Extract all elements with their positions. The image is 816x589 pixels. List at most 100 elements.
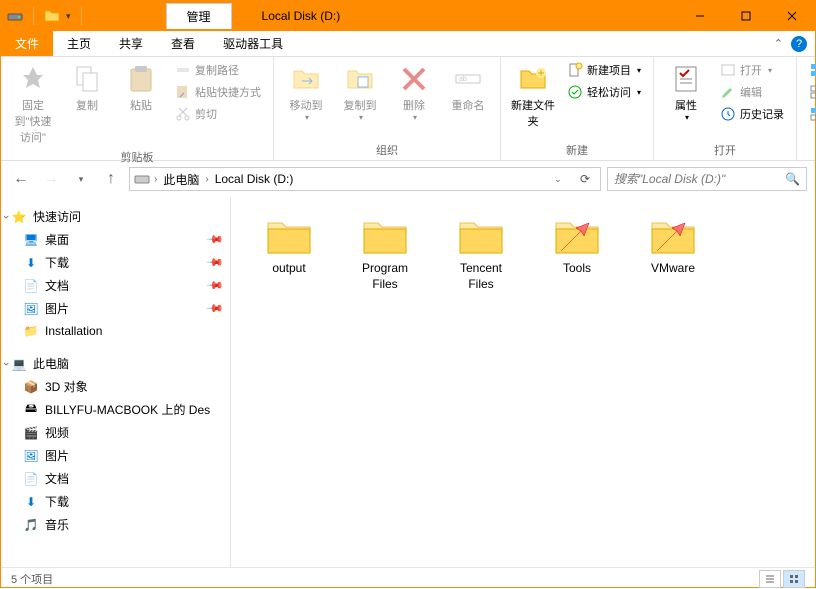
navigation-pane[interactable]: ⭐快速访问 🖥桌面📌 ⬇下载📌 📄文档📌 🖼图片📌 📁Installation … — [1, 197, 231, 567]
sidebar-3d-objects[interactable]: 📦3D 对象 — [1, 375, 230, 398]
select-group-label: 选择 — [805, 140, 816, 160]
folder-icon: 📁 — [23, 323, 39, 339]
open-button[interactable]: 打开▾ — [716, 61, 788, 79]
titlebar: ▾ 管理 Local Disk (D:) — [1, 1, 815, 31]
search-input[interactable] — [614, 172, 785, 186]
sidebar-installation[interactable]: 📁Installation — [1, 320, 230, 342]
folder-label: Program Files — [351, 261, 419, 292]
manage-contextual-tab[interactable]: 管理 — [166, 3, 232, 29]
qat-dropdown[interactable]: ▾ — [66, 11, 71, 22]
tab-bar: 文件 主页 共享 查看 驱动器工具 ⌃ ? — [1, 31, 815, 57]
select-all-button[interactable]: 全部选择 — [805, 61, 816, 79]
delete-button[interactable]: 删除▾ — [390, 61, 438, 124]
tab-view[interactable]: 查看 — [157, 31, 209, 56]
breadcrumb-bar[interactable]: › 此电脑 › Local Disk (D:) ⌄ ⟳ — [129, 167, 601, 191]
pin-icon — [17, 63, 49, 95]
tab-file[interactable]: 文件 — [1, 31, 53, 56]
rename-icon: ab — [452, 63, 484, 95]
new-folder-icon — [517, 63, 549, 95]
picture-icon: 🖼 — [23, 448, 39, 464]
network-drive-icon: 🖴 — [23, 402, 39, 418]
folder-item[interactable]: Program Files — [347, 213, 423, 296]
folder-large-icon — [361, 217, 409, 257]
folder-item[interactable]: VMware — [635, 213, 711, 296]
scissors-icon — [175, 106, 191, 122]
select-none-button[interactable]: 全部取消 — [805, 83, 816, 101]
folder-label: Tencent Files — [447, 261, 515, 292]
folder-small-icon[interactable] — [44, 8, 60, 24]
sidebar-downloads[interactable]: ⬇下载📌 — [1, 251, 230, 274]
drive-icon — [7, 8, 23, 24]
close-button[interactable] — [769, 1, 815, 31]
invert-selection-button[interactable]: 反向选择 — [805, 105, 816, 123]
new-item-button[interactable]: 新建项目▾ — [563, 61, 645, 79]
copy-path-button[interactable]: 复制路径 — [171, 61, 265, 79]
svg-text:ab: ab — [459, 76, 467, 83]
properties-button[interactable]: 属性▾ — [662, 61, 710, 124]
move-to-button[interactable]: 移动到▾ — [282, 61, 330, 124]
sidebar-documents2[interactable]: 📄文档 — [1, 467, 230, 490]
paste-shortcut-button[interactable]: 粘贴快捷方式 — [171, 83, 265, 101]
icons-view-button[interactable] — [783, 570, 805, 588]
history-icon — [720, 106, 736, 122]
sidebar-videos[interactable]: 🎬视频 — [1, 421, 230, 444]
cube-icon: 📦 — [23, 379, 39, 395]
ribbon-collapse-icon[interactable]: ⌃ — [774, 37, 783, 50]
document-icon: 📄 — [23, 278, 39, 294]
edit-button[interactable]: 编辑 — [716, 83, 788, 101]
sidebar-documents[interactable]: 📄文档📌 — [1, 274, 230, 297]
minimize-button[interactable] — [677, 1, 723, 31]
pin-to-quick-access-button[interactable]: 固定到"快速访问" — [9, 61, 57, 147]
maximize-button[interactable] — [723, 1, 769, 31]
pin-indicator-icon: 📌 — [206, 299, 225, 318]
help-icon[interactable]: ? — [791, 36, 807, 52]
copy-to-button[interactable]: 复制到▾ — [336, 61, 384, 124]
sidebar-pictures[interactable]: 🖼图片📌 — [1, 297, 230, 320]
sidebar-quick-access[interactable]: ⭐快速访问 — [1, 205, 230, 228]
folder-item[interactable]: Tools — [539, 213, 615, 296]
search-icon[interactable]: 🔍 — [785, 172, 800, 186]
breadcrumb-dropdown[interactable]: ⌄ — [546, 167, 570, 191]
copy-button[interactable]: 复制 — [63, 61, 111, 115]
breadcrumb-this-pc[interactable]: 此电脑 — [161, 171, 201, 188]
tab-share[interactable]: 共享 — [105, 31, 157, 56]
forward-button[interactable]: → — [39, 167, 63, 191]
folder-label: VMware — [651, 261, 695, 277]
cut-button[interactable]: 剪切 — [171, 105, 265, 123]
rename-button[interactable]: ab 重命名 — [444, 61, 492, 115]
sidebar-music[interactable]: 🎵音乐 — [1, 513, 230, 536]
details-view-button[interactable] — [759, 570, 781, 588]
move-icon — [290, 63, 322, 95]
ribbon: 固定到"快速访问" 复制 粘贴 复制路径 粘贴快捷方式 剪切 剪贴板 移动到▾ — [1, 57, 815, 161]
drive-breadcrumb-icon — [134, 171, 150, 187]
window-title: Local Disk (D:) — [262, 9, 341, 23]
file-list[interactable]: output Program Files Tencent Files Tools VMw… — [231, 197, 815, 567]
folder-item[interactable]: output — [251, 213, 327, 296]
sidebar-downloads2[interactable]: ⬇下载 — [1, 490, 230, 513]
pc-icon: 💻 — [11, 356, 27, 372]
refresh-button[interactable]: ⟳ — [574, 172, 596, 186]
folder-label: Tools — [563, 261, 591, 277]
shortcut-icon — [175, 84, 191, 100]
folder-item[interactable]: Tencent Files — [443, 213, 519, 296]
new-folder-button[interactable]: 新建文件夹 — [509, 61, 557, 131]
sidebar-pictures2[interactable]: 🖼图片 — [1, 444, 230, 467]
up-button[interactable]: ↑ — [99, 167, 123, 191]
history-button[interactable]: 历史记录 — [716, 105, 788, 123]
search-box[interactable]: 🔍 — [607, 167, 807, 191]
pin-indicator-icon: 📌 — [206, 253, 225, 272]
breadcrumb-location[interactable]: Local Disk (D:) — [213, 172, 296, 186]
back-button[interactable]: ← — [9, 167, 33, 191]
sidebar-macbook[interactable]: 🖴BILLYFU-MACBOOK 上的 Des — [1, 398, 230, 421]
paste-button[interactable]: 粘贴 — [117, 61, 165, 115]
sidebar-desktop[interactable]: 🖥桌面📌 — [1, 228, 230, 251]
properties-icon — [670, 63, 702, 95]
tab-drive-tools[interactable]: 驱动器工具 — [209, 31, 297, 56]
tab-home[interactable]: 主页 — [53, 31, 105, 56]
recent-locations-button[interactable]: ▾ — [69, 167, 93, 191]
easy-access-button[interactable]: 轻松访问▾ — [563, 83, 645, 101]
clipboard-group-label: 剪贴板 — [9, 147, 265, 167]
sidebar-this-pc[interactable]: 💻此电脑 — [1, 352, 230, 375]
download-icon: ⬇ — [23, 255, 39, 271]
folder-large-icon — [553, 217, 601, 257]
